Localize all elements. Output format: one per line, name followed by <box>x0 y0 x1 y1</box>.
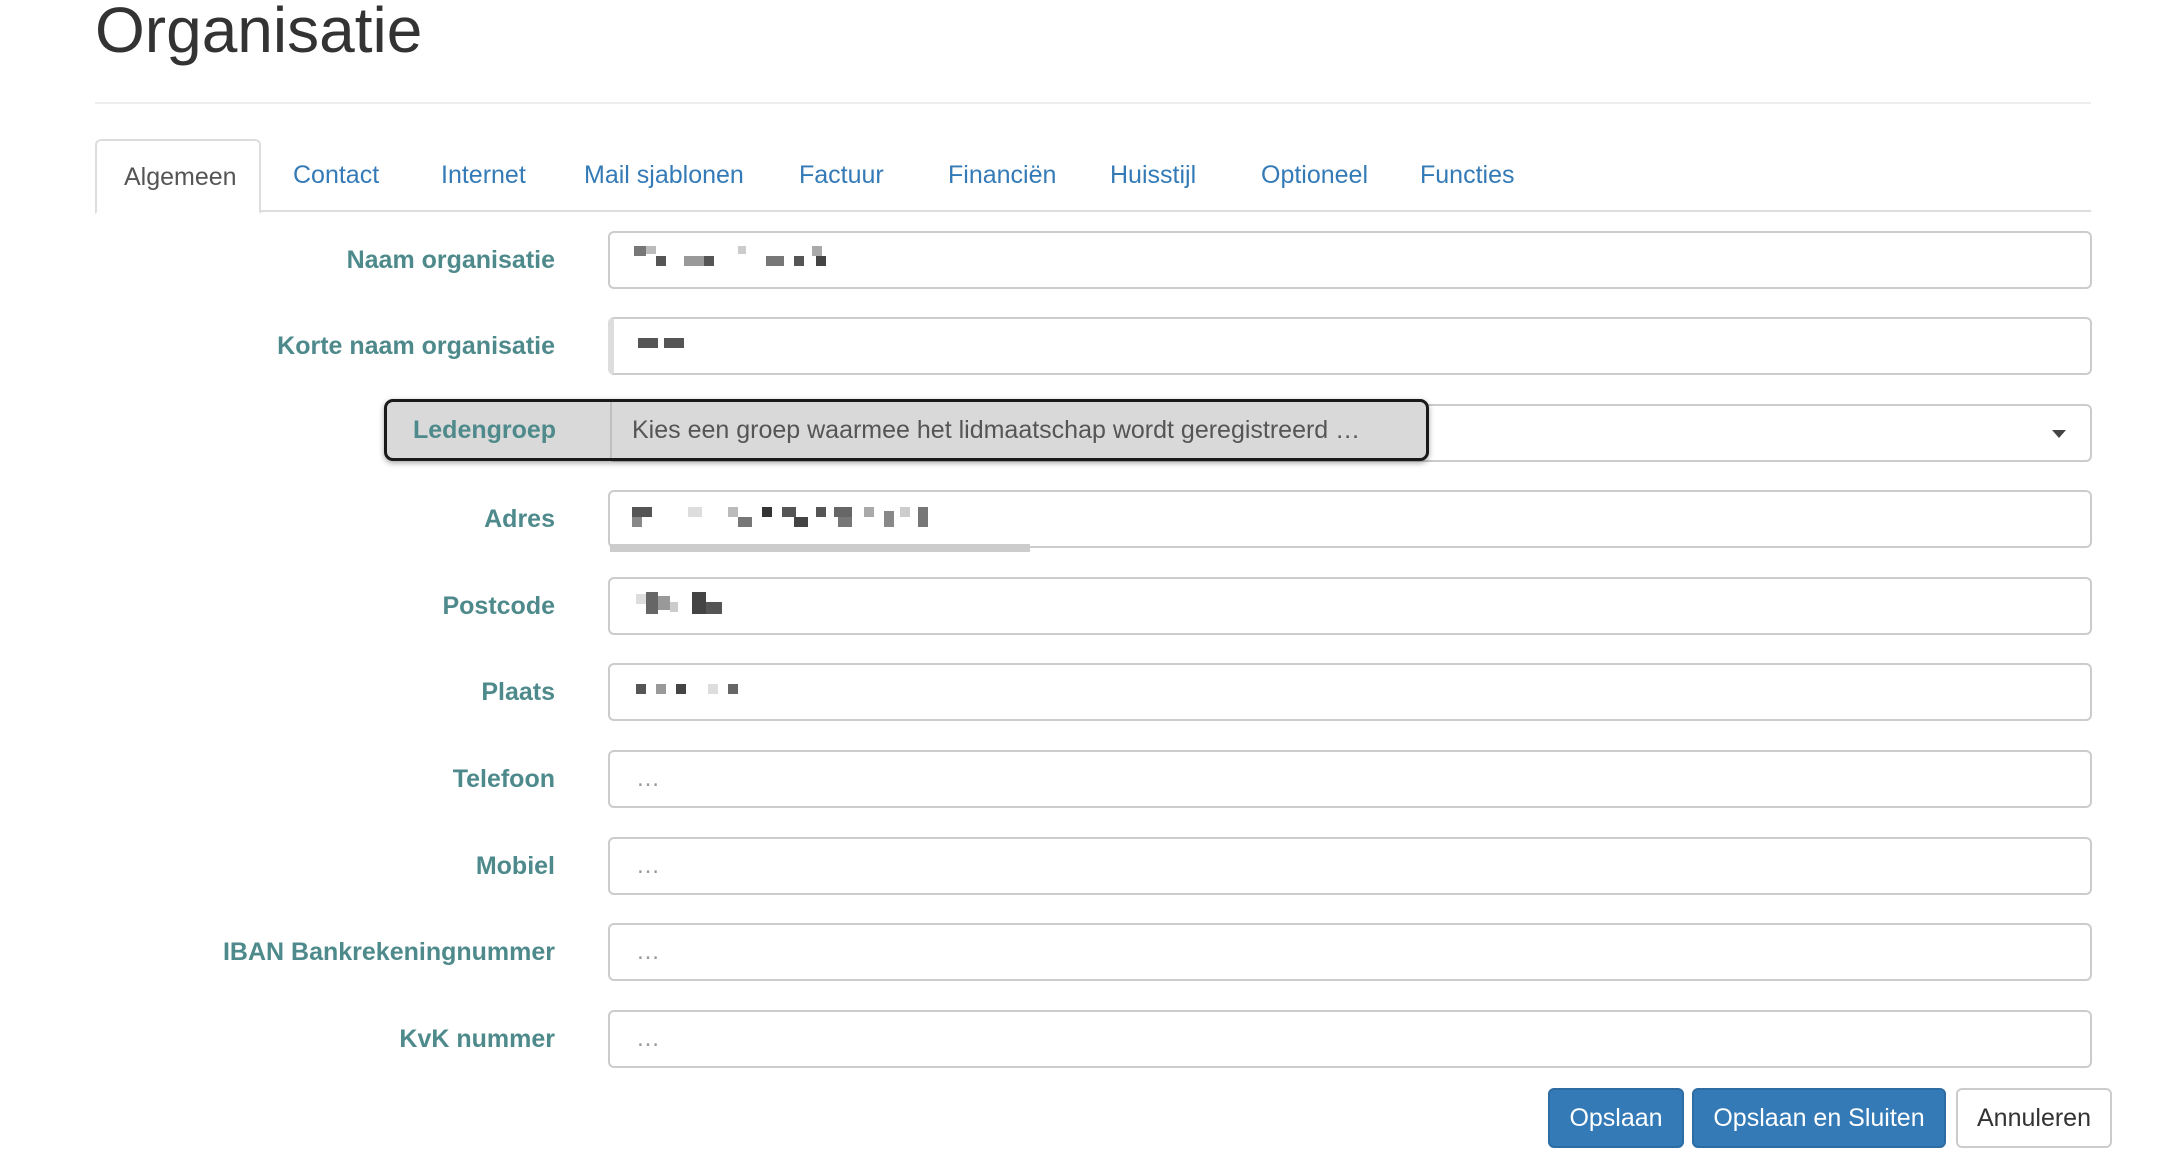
tab-factuur[interactable]: Factuur <box>772 139 911 212</box>
tab-contact[interactable]: Contact <box>266 139 406 212</box>
telefoon-label: Telefoon <box>452 765 555 793</box>
kvk-label: KvK nummer <box>399 1025 555 1053</box>
tab-bar: Algemeen Contact Internet Mail sjablonen… <box>95 139 2091 214</box>
title-divider <box>95 102 2091 104</box>
form-row-iban: IBAN Bankrekeningnummer <box>0 923 2157 981</box>
cancel-button[interactable]: Annuleren <box>1956 1088 2112 1148</box>
page-title: Organisatie <box>95 0 423 66</box>
autocomplete-bar <box>610 544 1030 552</box>
kvk-input[interactable] <box>608 1010 2092 1068</box>
korte-naam-input[interactable] <box>608 317 2092 375</box>
tab-mail-sjablonen[interactable]: Mail sjablonen <box>557 139 771 212</box>
tab-optioneel[interactable]: Optioneel <box>1234 139 1395 212</box>
plaats-label: Plaats <box>481 678 555 706</box>
form-row-naam: Naam organisatie <box>0 231 2157 289</box>
form-row-kvk: KvK nummer <box>0 1010 2157 1068</box>
redacted-value <box>634 678 744 702</box>
caret-down-icon <box>2052 430 2066 438</box>
tab-internet[interactable]: Internet <box>414 139 553 212</box>
mobiel-input[interactable] <box>608 837 2092 895</box>
form-row-adres: Adres <box>0 490 2157 552</box>
tab-algemeen[interactable]: Algemeen <box>95 139 261 214</box>
ledengroep-label: Ledengroep <box>413 416 557 444</box>
ledengroep-placeholder[interactable]: Kies een groep waarmee het lidmaatschap … <box>632 402 1360 458</box>
save-and-close-button[interactable]: Opslaan en Sluiten <box>1692 1088 1946 1148</box>
plaats-input[interactable] <box>608 663 2092 721</box>
redacted-value <box>632 505 952 529</box>
redacted-value <box>638 332 698 356</box>
form-row-ledengroep: Ledengroep Kies een groep waarmee het li… <box>0 399 2157 462</box>
iban-label: IBAN Bankrekeningnummer <box>222 938 555 966</box>
redacted-value <box>636 592 736 616</box>
ledengroep-highlight: Ledengroep Kies een groep waarmee het li… <box>384 399 1429 461</box>
mobiel-label: Mobiel <box>475 852 555 880</box>
form-row-mobiel: Mobiel <box>0 837 2157 895</box>
form-row-plaats: Plaats <box>0 663 2157 721</box>
korte-naam-label: Korte naam organisatie <box>277 332 555 360</box>
form-row-postcode: Postcode <box>0 577 2157 635</box>
telefoon-input[interactable] <box>608 750 2092 808</box>
tab-financien[interactable]: Financiën <box>921 139 1083 212</box>
iban-input[interactable] <box>608 923 2092 981</box>
postcode-label: Postcode <box>442 592 555 620</box>
naam-label: Naam organisatie <box>346 246 555 274</box>
save-button[interactable]: Opslaan <box>1548 1088 1684 1148</box>
divider <box>610 402 612 458</box>
tab-functies[interactable]: Functies <box>1393 139 1541 212</box>
redacted-value <box>634 246 844 270</box>
form-row-korte-naam: Korte naam organisatie <box>0 317 2157 375</box>
adres-label: Adres <box>484 505 555 533</box>
tab-huisstijl[interactable]: Huisstijl <box>1083 139 1223 212</box>
form-row-telefoon: Telefoon <box>0 750 2157 808</box>
postcode-input[interactable] <box>608 577 2092 635</box>
